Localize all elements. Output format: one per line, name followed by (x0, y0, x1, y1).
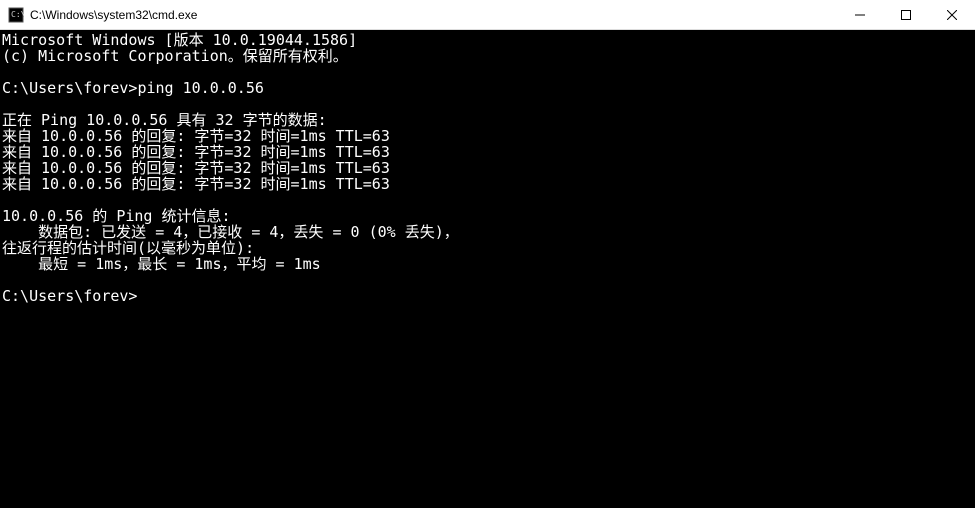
minimize-button[interactable] (837, 0, 883, 30)
ping-stats-time: 最短 = 1ms，最长 = 1ms，平均 = 1ms (2, 255, 321, 273)
minimize-icon (855, 10, 865, 20)
maximize-icon (901, 10, 911, 20)
terminal-output[interactable]: Microsoft Windows [版本 10.0.19044.1586] (… (0, 30, 975, 508)
window-titlebar: C:\ C:\Windows\system32\cmd.exe (0, 0, 975, 30)
prompt-idle: C:\Users\forev> (2, 287, 137, 305)
window-title: C:\Windows\system32\cmd.exe (30, 8, 837, 22)
prompt-command: C:\Users\forev>ping 10.0.0.56 (2, 79, 264, 97)
close-icon (947, 10, 957, 20)
window-controls (837, 0, 975, 29)
maximize-button[interactable] (883, 0, 929, 30)
svg-text:C:\: C:\ (11, 10, 24, 19)
close-button[interactable] (929, 0, 975, 30)
copyright-line: (c) Microsoft Corporation。保留所有权利。 (2, 47, 348, 65)
ping-reply: 来自 10.0.0.56 的回复: 字节=32 时间=1ms TTL=63 (2, 175, 390, 193)
cmd-icon: C:\ (8, 7, 24, 23)
